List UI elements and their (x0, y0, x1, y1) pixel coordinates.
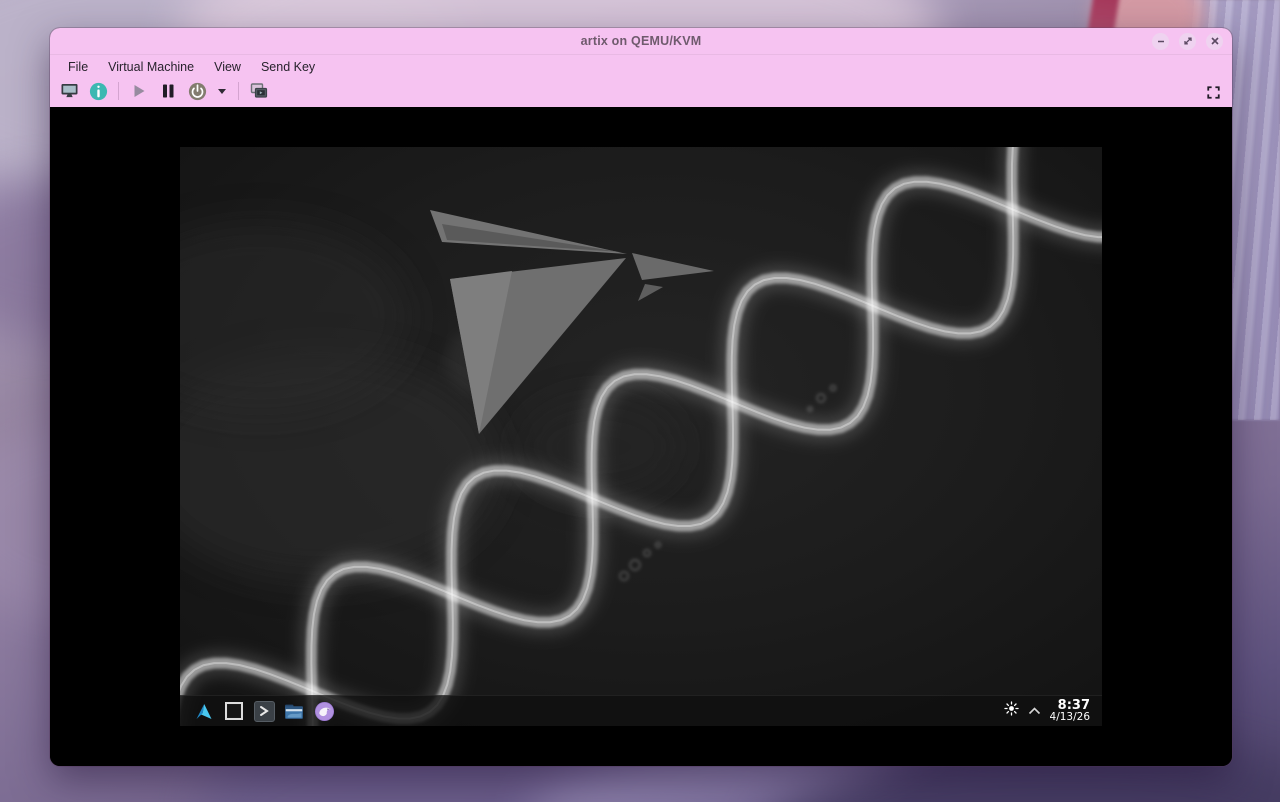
fullscreen-button[interactable] (1202, 81, 1224, 103)
virtual-display-button[interactable] (58, 80, 80, 102)
window-chrome: artix on QEMU/KVM (50, 28, 1232, 107)
web-browser-launcher[interactable] (312, 699, 336, 723)
titlebar[interactable]: artix on QEMU/KVM (50, 28, 1232, 54)
menu-send-key[interactable]: Send Key (251, 57, 325, 77)
menu-file[interactable]: File (58, 57, 98, 77)
clock-time: 8:37 (1050, 699, 1090, 713)
toolbar (50, 79, 1232, 107)
workspace-pager[interactable] (222, 699, 246, 723)
terminal-icon (254, 701, 275, 722)
hardware-details-icon (89, 82, 108, 101)
chevron-down-icon (218, 89, 226, 94)
run-icon (131, 83, 147, 99)
vm-letterbox: 8:37 4/13/26 (50, 107, 1232, 766)
chevron-up-icon (1028, 707, 1041, 715)
window-controls (1152, 33, 1223, 50)
minimize-icon (1156, 36, 1166, 46)
artix-menu-icon (194, 702, 214, 721)
brightness-tray-icon[interactable] (1004, 701, 1019, 721)
browser-bird-icon (314, 701, 335, 722)
taskbar-clock[interactable]: 8:37 4/13/26 (1050, 699, 1090, 724)
pause-button[interactable] (157, 80, 179, 102)
guest-wallpaper (180, 147, 1102, 726)
brightness-sun-icon (1004, 701, 1019, 716)
screenshot-button[interactable] (248, 80, 270, 102)
guest-taskbar: 8:37 4/13/26 (180, 695, 1102, 726)
terminal-launcher[interactable] (252, 699, 276, 723)
shutdown-options-button[interactable] (215, 80, 229, 102)
toolbar-separator (118, 82, 119, 100)
tray-expander[interactable] (1028, 702, 1041, 720)
shutdown-button[interactable] (186, 80, 208, 102)
vm-display[interactable]: 8:37 4/13/26 (180, 147, 1102, 726)
clock-date: 4/13/26 (1050, 712, 1090, 723)
toolbar-separator (238, 82, 239, 100)
folder-icon (283, 702, 305, 721)
pager-icon (225, 702, 243, 720)
hardware-details-button[interactable] (87, 80, 109, 102)
menu-view[interactable]: View (204, 57, 251, 77)
close-icon (1210, 36, 1220, 46)
menubar: File Virtual Machine View Send Key (50, 54, 1232, 79)
menu-virtual-machine[interactable]: Virtual Machine (98, 57, 204, 77)
window-title: artix on QEMU/KVM (581, 34, 702, 48)
system-tray: 8:37 4/13/26 (1004, 699, 1090, 724)
taskbar-launchers (192, 699, 336, 723)
run-button[interactable] (128, 80, 150, 102)
shutdown-icon (188, 82, 207, 101)
virtual-display-icon (60, 82, 79, 100)
file-manager-launcher[interactable] (282, 699, 306, 723)
fullscreen-icon (1206, 85, 1221, 100)
minimize-button[interactable] (1152, 33, 1169, 50)
virt-manager-window: artix on QEMU/KVM (50, 28, 1232, 766)
app-menu-button[interactable] (192, 699, 216, 723)
maximize-icon (1183, 36, 1193, 46)
screenshot-icon (249, 82, 269, 101)
pause-icon (160, 83, 176, 99)
close-button[interactable] (1206, 33, 1223, 50)
maximize-button[interactable] (1179, 33, 1196, 50)
